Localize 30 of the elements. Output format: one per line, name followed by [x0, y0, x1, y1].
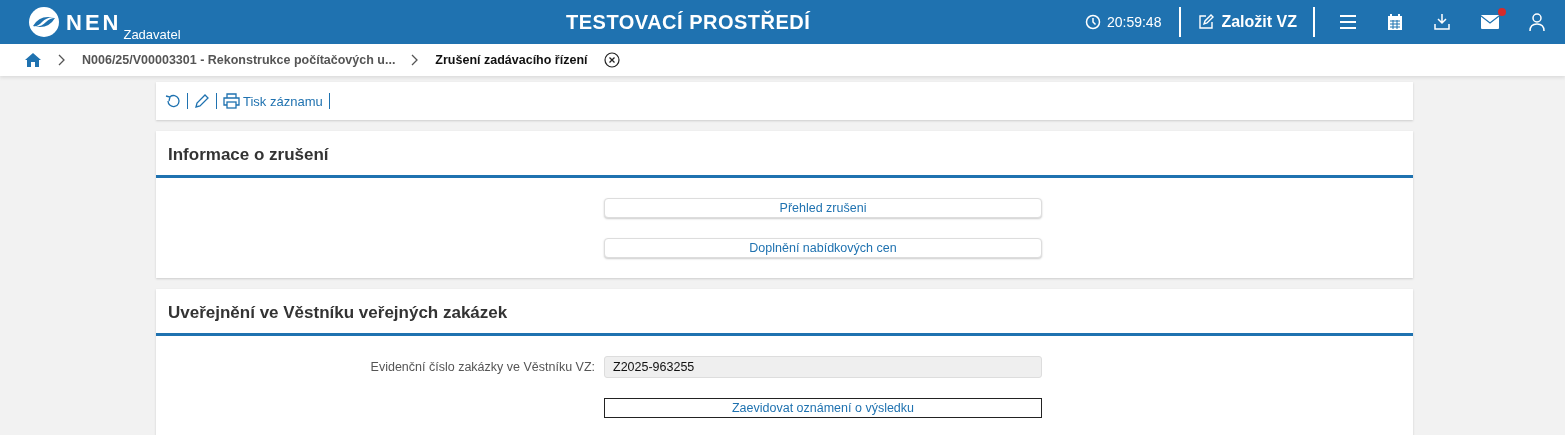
input-field[interactable]: Z2025-963255 [604, 356, 1042, 378]
home-icon[interactable] [24, 52, 42, 68]
calendar-icon[interactable] [1387, 13, 1403, 31]
download-icon[interactable] [1433, 13, 1451, 31]
menu-icon[interactable] [1339, 14, 1357, 30]
section-title: Informace o zrušení [156, 131, 1413, 178]
breadcrumb-link[interactable]: Zrušení zadávacího řízení [435, 53, 588, 67]
role-label: Zadavatel [123, 27, 181, 42]
pencil-icon [1197, 13, 1216, 31]
logo-text: NEN [66, 9, 122, 37]
print-link[interactable]: Tisk záznamu [223, 93, 323, 109]
action-button[interactable]: Zaevidovat oznámení o výsledku [604, 398, 1042, 418]
printer-icon [223, 93, 240, 109]
environment-title: TESTOVACÍ PROSTŘEDÍ [565, 10, 812, 34]
create-button[interactable]: Založit VZ [1193, 13, 1301, 31]
edit-icon[interactable] [194, 93, 210, 109]
close-icon[interactable] [603, 52, 620, 68]
logo-icon [28, 6, 60, 38]
field-label: Evidenční číslo zakázky ve Věstníku VZ: [370, 360, 595, 374]
session-time: 20:59:48 [1106, 14, 1162, 30]
breadcrumb-link[interactable]: N006/25/V00003301 - Rekonstrukce počítačových u... [82, 53, 396, 67]
user-icon[interactable] [1529, 13, 1545, 31]
refresh-icon[interactable] [165, 93, 181, 109]
mail-icon[interactable] [1481, 15, 1499, 29]
chevron-icon [411, 54, 420, 66]
chevron-icon [58, 54, 66, 66]
section-title: Uveřejnění ve Věstníku veřejných zakázek [156, 289, 1413, 336]
clock-icon [1084, 14, 1101, 30]
action-button[interactable]: Přehled zrušeni [604, 198, 1042, 218]
action-button[interactable]: Doplnění nabídkových cen [604, 238, 1042, 258]
